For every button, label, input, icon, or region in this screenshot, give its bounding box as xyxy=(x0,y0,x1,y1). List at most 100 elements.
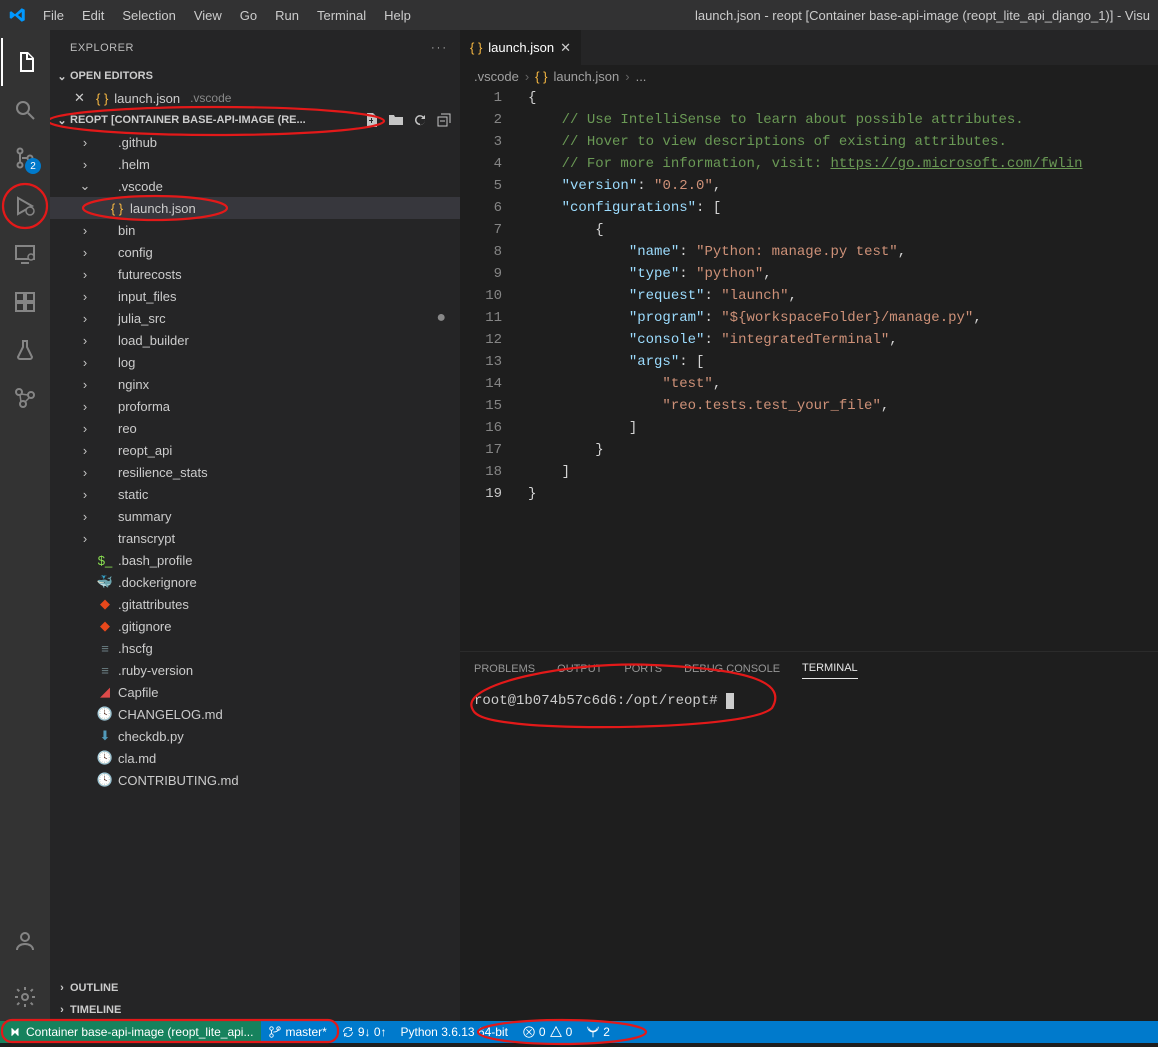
status-ports[interactable]: 2 xyxy=(579,1021,617,1043)
tree-item[interactable]: ›summary xyxy=(50,505,460,527)
file-tree: ›.github›.helm⌄.vscode{ }launch.json›bin… xyxy=(50,131,460,977)
tree-item[interactable]: ›reo xyxy=(50,417,460,439)
tree-item[interactable]: ›resilience_stats xyxy=(50,461,460,483)
activity-explorer[interactable] xyxy=(1,38,49,86)
warning-icon xyxy=(549,1025,563,1039)
tree-item-label: .ruby-version xyxy=(118,663,193,678)
tree-item[interactable]: 🕓cla.md xyxy=(50,747,460,769)
sidebar-more-icon[interactable]: ··· xyxy=(431,42,448,54)
tree-item[interactable]: ›config xyxy=(50,241,460,263)
new-folder-icon[interactable] xyxy=(388,112,404,128)
activity-account[interactable] xyxy=(1,917,49,965)
status-problems[interactable]: 0 0 xyxy=(515,1021,579,1043)
menu-terminal[interactable]: Terminal xyxy=(309,4,374,27)
tree-item[interactable]: ⬇checkdb.py xyxy=(50,725,460,747)
tree-item[interactable]: ›proforma xyxy=(50,395,460,417)
tree-item[interactable]: ›futurecosts xyxy=(50,263,460,285)
tree-item[interactable]: ›log xyxy=(50,351,460,373)
window-title: launch.json - reopt [Container base-api-… xyxy=(419,8,1158,23)
tree-item[interactable]: ›.helm xyxy=(50,153,460,175)
terminal[interactable]: root@1b074b57c6d6:/opt/reopt# xyxy=(460,685,1158,1021)
code-content[interactable]: { // Use IntelliSense to learn about pos… xyxy=(520,87,1083,651)
panel-tab-problems[interactable]: PROBLEMS xyxy=(474,659,535,679)
tree-item-label: bin xyxy=(118,223,135,238)
tree-item-label: julia_src xyxy=(118,311,166,326)
activity-run-debug[interactable] xyxy=(1,182,49,230)
editor-tab[interactable]: { } launch.json ✕ xyxy=(460,30,582,65)
menu-run[interactable]: Run xyxy=(267,4,307,27)
activity-remote[interactable] xyxy=(1,230,49,278)
tree-item[interactable]: ⌄.vscode xyxy=(50,175,460,197)
tree-item[interactable]: { }launch.json xyxy=(50,197,460,219)
tree-item[interactable]: 🐳.dockerignore xyxy=(50,571,460,593)
tree-item[interactable]: ◆.gitattributes xyxy=(50,593,460,615)
tree-item-label: load_builder xyxy=(118,333,189,348)
menu-selection[interactable]: Selection xyxy=(114,4,183,27)
breadcrumb[interactable]: .vscode › { } launch.json › ... xyxy=(460,65,1158,87)
collapse-all-icon[interactable] xyxy=(436,112,452,128)
tree-item[interactable]: ›julia_src● xyxy=(50,307,460,329)
new-file-icon[interactable] xyxy=(364,112,380,128)
search-icon xyxy=(13,98,37,122)
panel-tab-terminal[interactable]: TERMINAL xyxy=(802,658,858,679)
menu-view[interactable]: View xyxy=(186,4,230,27)
activity-testing[interactable] xyxy=(1,326,49,374)
chevron-right-icon: › xyxy=(78,487,92,502)
tree-item[interactable]: ›transcrypt xyxy=(50,527,460,549)
tree-item[interactable]: 🕓CONTRIBUTING.md xyxy=(50,769,460,791)
md-icon: 🕓 xyxy=(96,706,114,722)
tree-item[interactable]: $_.bash_profile xyxy=(50,549,460,571)
antenna-icon xyxy=(586,1025,600,1039)
menu-go[interactable]: Go xyxy=(232,4,265,27)
panel-tab-output[interactable]: OUTPUT xyxy=(557,659,602,679)
timeline-header[interactable]: › TIMELINE xyxy=(50,999,460,1021)
status-sync[interactable]: 9↓ 0↑ xyxy=(334,1021,394,1043)
tree-item[interactable]: ›static xyxy=(50,483,460,505)
tree-item[interactable]: ≡.hscfg xyxy=(50,637,460,659)
tree-item[interactable]: ≡ .ruby-version xyxy=(50,659,460,681)
tree-item-label: summary xyxy=(118,509,171,524)
menu-file[interactable]: File xyxy=(35,4,72,27)
open-editors-header[interactable]: ⌄ OPEN EDITORS xyxy=(50,65,460,87)
code-editor[interactable]: 12345678910111213141516171819 { // Use I… xyxy=(460,87,1158,651)
menu-bar: File Edit Selection View Go Run Terminal… xyxy=(35,4,419,27)
workspace-header[interactable]: ⌄ REOPT [CONTAINER BASE-API-IMAGE (RE... xyxy=(50,109,460,131)
chevron-right-icon: › xyxy=(78,289,92,304)
activity-scm[interactable]: 2 xyxy=(1,134,49,182)
chevron-down-icon: ⌄ xyxy=(54,70,70,83)
tree-item[interactable]: ◢Capfile xyxy=(50,681,460,703)
menu-help[interactable]: Help xyxy=(376,4,419,27)
tree-item-label: .gitignore xyxy=(118,619,171,634)
panel-tab-ports[interactable]: PORTS xyxy=(624,659,662,679)
activity-settings[interactable] xyxy=(1,973,49,1021)
status-remote[interactable]: Container base-api-image (reopt_lite_api… xyxy=(0,1021,261,1043)
tree-item-label: checkdb.py xyxy=(118,729,184,744)
refresh-icon[interactable] xyxy=(412,112,428,128)
tree-item[interactable]: ›nginx xyxy=(50,373,460,395)
menu-edit[interactable]: Edit xyxy=(74,4,112,27)
close-icon[interactable]: ✕ xyxy=(560,40,571,56)
txt-icon: ≡ xyxy=(96,663,114,678)
activity-graph[interactable] xyxy=(1,374,49,422)
tree-item[interactable]: ›bin xyxy=(50,219,460,241)
status-branch[interactable]: master* xyxy=(261,1021,333,1043)
chevron-right-icon: › xyxy=(78,399,92,414)
activity-extensions[interactable] xyxy=(1,278,49,326)
tree-item[interactable]: ›reopt_api xyxy=(50,439,460,461)
tree-item[interactable]: 🕓CHANGELOG.md xyxy=(50,703,460,725)
tree-item[interactable]: ›.github xyxy=(50,131,460,153)
close-icon[interactable]: ✕ xyxy=(74,90,90,106)
status-python[interactable]: Python 3.6.13 64-bit xyxy=(394,1021,515,1043)
activity-search[interactable] xyxy=(1,86,49,134)
outline-header[interactable]: › OUTLINE xyxy=(50,977,460,999)
activity-bar: 2 xyxy=(0,30,50,1021)
run-debug-icon xyxy=(13,194,37,218)
tree-item-label: launch.json xyxy=(130,201,196,216)
tree-item[interactable]: ›input_files xyxy=(50,285,460,307)
tree-item-label: resilience_stats xyxy=(118,465,208,480)
tree-item[interactable]: ›load_builder xyxy=(50,329,460,351)
tree-item[interactable]: ◆.gitignore xyxy=(50,615,460,637)
open-editor-item[interactable]: ✕ { } launch.json .vscode xyxy=(50,87,460,109)
tree-item-label: cla.md xyxy=(118,751,156,766)
panel-tab-debug[interactable]: DEBUG CONSOLE xyxy=(684,659,780,679)
